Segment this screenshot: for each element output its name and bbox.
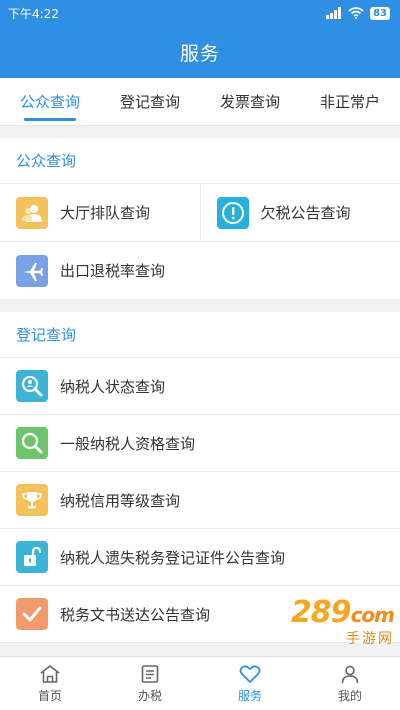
lost-registration-certificate-notice-query-item[interactable]: 纳税人遗失税务登记证件公告查询 bbox=[0, 529, 400, 586]
profile-icon bbox=[341, 665, 359, 683]
exclamation-icon bbox=[216, 196, 249, 229]
tab-public-query[interactable]: 公众查询 bbox=[0, 78, 100, 125]
tab-registration-query[interactable]: 登记查询 bbox=[100, 78, 200, 125]
tax-arrears-notice-query-label: 欠税公告查询 bbox=[260, 204, 351, 222]
nav-tax-handling-label: 办税 bbox=[137, 688, 162, 703]
status-time: 下午4:22 bbox=[8, 6, 59, 21]
trophy-icon bbox=[16, 484, 48, 516]
magnifier-icon bbox=[16, 427, 48, 459]
tax-arrears-notice-query-item[interactable]: 欠税公告查询 bbox=[199, 184, 400, 241]
general-taxpayer-qualification-query-item[interactable]: 一般纳税人资格查询 bbox=[0, 415, 400, 472]
page-title: 服务 bbox=[0, 26, 400, 78]
user-queue-icon bbox=[16, 196, 48, 229]
lost-registration-certificate-notice-query-label: 纳税人遗失税务登记证件公告查询 bbox=[60, 548, 286, 567]
main-content: 公众查询 大厅排队查询 欠税公告查询 出口退税率查询 登记查询 纳税人状态查询 bbox=[0, 126, 400, 656]
airplane-icon bbox=[16, 254, 48, 287]
nav-service[interactable]: 服务 bbox=[200, 657, 300, 710]
section-title-registration-query: 登记查询 bbox=[0, 312, 400, 358]
heart-icon bbox=[239, 664, 261, 683]
battery-indicator: 83 bbox=[370, 6, 390, 20]
tab-invoice-query[interactable]: 发票查询 bbox=[200, 78, 300, 125]
bottom-navigation: 首页 办税 服务 我的 bbox=[0, 656, 400, 710]
tab-abnormal-household[interactable]: 非正常户 bbox=[300, 78, 400, 125]
nav-mine-label: 我的 bbox=[337, 688, 362, 703]
magnifier-person-icon bbox=[16, 370, 48, 402]
status-bar: 下午4:22 83 bbox=[0, 0, 400, 26]
home-icon bbox=[40, 664, 60, 683]
section-title-public-query: 公众查询 bbox=[0, 138, 400, 184]
export-tax-rebate-query-label: 出口退税率查询 bbox=[60, 262, 166, 280]
unlock-icon bbox=[16, 541, 48, 573]
wifi-icon bbox=[348, 7, 364, 19]
tab-bar: 公众查询 登记查询 发票查询 非正常户 bbox=[0, 78, 400, 126]
nav-home-label: 首页 bbox=[37, 688, 62, 703]
tax-document-service-notice-query-item[interactable]: 税务文书送达公告查询 bbox=[0, 586, 400, 643]
tax-credit-rating-query-item[interactable]: 纳税信用等级查询 bbox=[0, 472, 400, 529]
export-tax-rebate-query-item[interactable]: 出口退税率查询 bbox=[0, 242, 400, 300]
signal-icon bbox=[326, 7, 342, 19]
tax-document-service-notice-query-label: 税务文书送达公告查询 bbox=[60, 605, 211, 624]
nav-service-label: 服务 bbox=[237, 688, 262, 703]
grid-row: 大厅排队查询 欠税公告查询 bbox=[0, 184, 400, 242]
nav-home[interactable]: 首页 bbox=[0, 657, 100, 710]
checkmark-icon bbox=[16, 598, 48, 630]
hall-queue-query-label: 大厅排队查询 bbox=[60, 204, 151, 222]
hall-queue-query-item[interactable]: 大厅排队查询 bbox=[0, 184, 200, 241]
taxpayer-status-query-label: 纳税人状态查询 bbox=[60, 377, 166, 396]
general-taxpayer-qualification-query-label: 一般纳税人资格查询 bbox=[60, 434, 196, 453]
status-indicators: 83 bbox=[326, 6, 390, 20]
nav-tax-handling[interactable]: 办税 bbox=[100, 657, 200, 710]
document-icon bbox=[141, 664, 159, 683]
tax-credit-rating-query-label: 纳税信用等级查询 bbox=[60, 491, 181, 510]
taxpayer-status-query-item[interactable]: 纳税人状态查询 bbox=[0, 358, 400, 415]
nav-mine[interactable]: 我的 bbox=[300, 657, 400, 710]
